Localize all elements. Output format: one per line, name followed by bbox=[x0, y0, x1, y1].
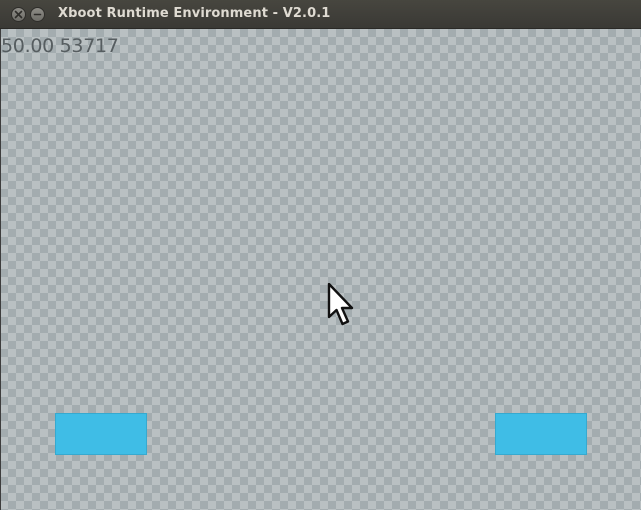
close-icon bbox=[14, 10, 23, 19]
minimize-icon bbox=[33, 13, 42, 16]
window-title: Xboot Runtime Environment - V2.0.1 bbox=[58, 6, 331, 21]
arrow-cursor-icon bbox=[327, 283, 354, 326]
close-button[interactable] bbox=[11, 7, 26, 22]
minimize-button[interactable] bbox=[30, 7, 45, 22]
canvas-edge bbox=[0, 29, 1, 510]
render-canvas[interactable]: 50.00 53717 bbox=[0, 29, 641, 510]
status-readout: 50.00 53717 bbox=[1, 35, 119, 57]
left-paddle bbox=[55, 413, 147, 455]
right-paddle bbox=[495, 413, 587, 455]
title-bar[interactable]: Xboot Runtime Environment - V2.0.1 bbox=[0, 0, 641, 29]
app-window: Xboot Runtime Environment - V2.0.1 50.00… bbox=[0, 0, 641, 510]
